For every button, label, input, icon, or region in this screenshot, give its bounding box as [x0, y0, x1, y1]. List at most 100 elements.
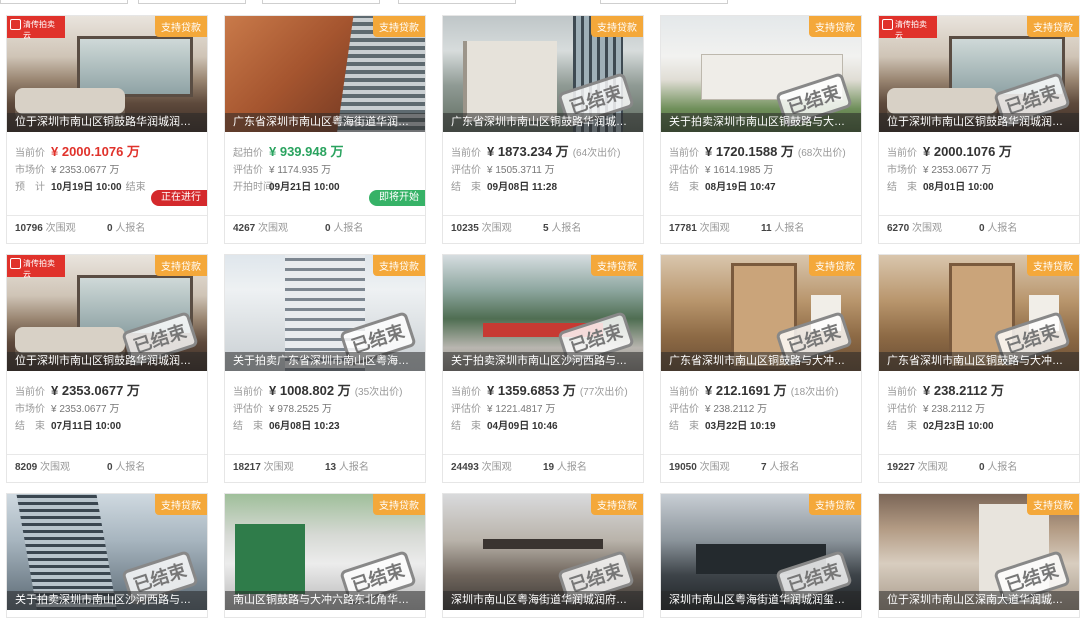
loan-support-badge: 支持贷款: [373, 494, 425, 515]
signup-label: 人报名: [333, 223, 364, 234]
price-label: 当前价: [451, 387, 481, 398]
time-label: 结 束: [451, 421, 481, 432]
property-photo[interactable]: 支持贷款 已结束 关于拍卖深圳市南山区沙河西路与大冲…: [7, 494, 207, 610]
appraisal-label: 评估价: [233, 404, 263, 415]
property-title[interactable]: 深圳市南山区粤海街道华润城润玺二期…: [661, 591, 861, 610]
signup-label: 人报名: [987, 223, 1018, 234]
property-title[interactable]: 广东省深圳市南山区铜鼓路华润城润府…: [443, 113, 643, 132]
property-title[interactable]: 南山区铜鼓路与大冲六路东北角华润城…: [225, 591, 425, 610]
auction-card[interactable]: 清传拍卖云 支持贷款 已结束 位于深圳市南山区铜鼓路华润城润府二… 当前价 ¥ 2000.…: [878, 15, 1080, 244]
property-title[interactable]: 广东省深圳市南山区铜鼓路与大冲六路…: [879, 352, 1079, 371]
property-photo[interactable]: 清传拍卖云 支持贷款 位于深圳市南山区铜鼓路华润城润府二…: [7, 16, 207, 132]
auction-card[interactable]: 支持贷款 已结束 深圳市南山区粤海街道华润城润玺二期…: [660, 493, 862, 618]
signup-label: 人报名: [769, 462, 800, 473]
price-value: ¥ 2000.1076 万: [923, 144, 1012, 159]
property-photo[interactable]: 支持贷款 已结束 关于拍卖广东省深圳市南山区粤海街道…: [225, 255, 425, 371]
auction-card[interactable]: 清传拍卖云 支持贷款 位于深圳市南山区铜鼓路华润城润府二… 当前价 ¥ 2000.107…: [6, 15, 208, 244]
price-row: 当前价 ¥ 1359.6853 万 (77次出价): [451, 381, 635, 401]
property-title[interactable]: 位于深圳市南山区铜鼓路华润城润府二…: [7, 352, 207, 371]
filter-box[interactable]: [600, 0, 728, 4]
price-label: 当前价: [669, 387, 699, 398]
auction-card[interactable]: 支持贷款 已结束 广东省深圳市南山区铜鼓路华润城润府… 当前价 ¥ 1873.234 万…: [442, 15, 644, 244]
loan-support-badge: 支持贷款: [809, 16, 861, 37]
price-info: 当前价 ¥ 1008.802 万 (35次出价) 评估价 ¥ 978.2525 万结 束…: [225, 371, 425, 454]
property-title[interactable]: 位于深圳市南山区铜鼓路华润城润府二…: [879, 113, 1079, 132]
logo-icon: [882, 19, 893, 30]
appraisal-value: ¥ 1174.935 万: [269, 165, 332, 176]
auction-card[interactable]: 支持贷款 已结束 关于拍卖深圳市南山区沙河西路与大冲… 当前价 ¥ 1359.6853 …: [442, 254, 644, 483]
property-photo[interactable]: 支持贷款 已结束 关于拍卖深圳市南山区沙河西路与大冲…: [443, 255, 643, 371]
logo-icon: [10, 258, 21, 269]
appraisal-row: 评估价 ¥ 1614.1985 万: [669, 162, 853, 179]
filter-box[interactable]: [0, 0, 128, 4]
property-title[interactable]: 广东省深圳市南山区粤海街道华润城润…: [225, 113, 425, 132]
price-value: ¥ 1359.6853 万: [487, 383, 576, 398]
price-row: 当前价 ¥ 212.1691 万 (18次出价): [669, 381, 853, 401]
property-title[interactable]: 关于拍卖广东省深圳市南山区粤海街道…: [225, 352, 425, 371]
property-photo[interactable]: 支持贷款 已结束 深圳市南山区粤海街道华润城润玺二期…: [661, 494, 861, 610]
property-photo[interactable]: 支持贷款 已结束 关于拍卖深圳市南山区铜鼓路与大冲六…: [661, 16, 861, 132]
signup-count: 13: [325, 462, 337, 473]
signup-count: 0: [107, 223, 113, 234]
auction-card[interactable]: 支持贷款 已结束 南山区铜鼓路与大冲六路东北角华润城…: [224, 493, 426, 618]
property-title[interactable]: 广东省深圳市南山区铜鼓路与大冲六路…: [661, 352, 861, 371]
loan-support-badge: 支持贷款: [1027, 255, 1079, 276]
price-info: 当前价 ¥ 1359.6853 万 (77次出价) 评估价 ¥ 1221.4817 万结…: [443, 371, 643, 454]
auction-card[interactable]: 支持贷款 已结束 关于拍卖广东省深圳市南山区粤海街道… 当前价 ¥ 1008.802 万…: [224, 254, 426, 483]
property-title[interactable]: 关于拍卖深圳市南山区沙河西路与大冲…: [443, 352, 643, 371]
signup-stat: 5 人报名: [543, 223, 581, 234]
auction-card[interactable]: 支持贷款 已结束 关于拍卖深圳市南山区铜鼓路与大冲六… 当前价 ¥ 1720.1588 …: [660, 15, 862, 244]
time-row: 结 束 09月08日 11:28: [451, 179, 635, 196]
property-photo[interactable]: 支持贷款 已结束 广东省深圳市南山区铜鼓路与大冲六路…: [879, 255, 1079, 371]
auction-card[interactable]: 支持贷款 已结束 广东省深圳市南山区铜鼓路与大冲六路… 当前价 ¥ 212.1691 万…: [660, 254, 862, 483]
price-value: ¥ 212.1691 万: [705, 383, 787, 398]
loan-support-badge: 支持贷款: [373, 16, 425, 37]
property-photo[interactable]: 清传拍卖云 支持贷款 已结束 位于深圳市南山区铜鼓路华润城润府二…: [879, 16, 1079, 132]
filter-box[interactable]: [138, 0, 246, 4]
bid-count: (18次出价): [790, 387, 839, 398]
property-title[interactable]: 深圳市南山区粤海街道华润城润府（二…: [443, 591, 643, 610]
property-photo[interactable]: 支持贷款 已结束 南山区铜鼓路与大冲六路东北角华润城…: [225, 494, 425, 610]
time-suffix: 结束: [125, 182, 146, 193]
auction-card[interactable]: 支持贷款 已结束 深圳市南山区粤海街道华润城润府（二…: [442, 493, 644, 618]
time-label: 结 束: [451, 182, 481, 193]
time-value: 08月01日 10:00: [923, 182, 994, 193]
loan-support-badge: 支持贷款: [591, 16, 643, 37]
time-value: 10月19日 10:00: [51, 182, 122, 193]
card-stats: 17781 次围观 11 人报名: [661, 215, 861, 241]
auction-card[interactable]: 清传拍卖云 支持贷款 已结束 位于深圳市南山区铜鼓路华润城润府二… 当前价 ¥ 2353.…: [6, 254, 208, 483]
property-photo[interactable]: 清传拍卖云 支持贷款 已结束 位于深圳市南山区铜鼓路华润城润府二…: [7, 255, 207, 371]
appraisal-label: 评估价: [451, 404, 481, 415]
property-photo[interactable]: 支持贷款 已结束 广东省深圳市南山区铜鼓路华润城润府…: [443, 16, 643, 132]
bid-count: (77次出价): [579, 387, 628, 398]
property-title[interactable]: 关于拍卖深圳市南山区沙河西路与大冲…: [7, 591, 207, 610]
filter-box[interactable]: [398, 0, 516, 4]
auction-card[interactable]: 支持贷款 广东省深圳市南山区粤海街道华润城润… 起拍价 ¥ 939.948 万评估价 ¥…: [224, 15, 426, 244]
appraisal-row: 市场价 ¥ 2353.0677 万: [15, 401, 199, 418]
property-photo[interactable]: 支持贷款 已结束 广东省深圳市南山区铜鼓路与大冲六路…: [661, 255, 861, 371]
property-photo[interactable]: 支持贷款 已结束 深圳市南山区粤海街道华润城润府（二…: [443, 494, 643, 610]
views-label: 次围观: [481, 462, 512, 473]
auction-card[interactable]: 支持贷款 已结束 关于拍卖深圳市南山区沙河西路与大冲…: [6, 493, 208, 618]
views-stat: 10235 次围观: [451, 216, 543, 242]
property-photo[interactable]: 支持贷款 已结束 位于深圳市南山区深南大道华润城华润…: [879, 494, 1079, 610]
time-row: 结 束 08月01日 10:00: [887, 179, 1071, 196]
property-title[interactable]: 位于深圳市南山区铜鼓路华润城润府二…: [7, 113, 207, 132]
property-title[interactable]: 位于深圳市南山区深南大道华润城华润…: [879, 591, 1079, 610]
loan-support-badge: 支持贷款: [1027, 16, 1079, 37]
signup-stat: 19 人报名: [543, 462, 587, 473]
appraisal-row: 评估价 ¥ 1174.935 万: [233, 162, 417, 179]
views-count: 19050: [669, 462, 697, 473]
appraisal-label: 评估价: [887, 404, 917, 415]
card-stats: 8209 次围观 0 人报名: [7, 454, 207, 480]
time-label: 结 束: [15, 421, 45, 432]
filter-box[interactable]: [262, 0, 380, 4]
property-title[interactable]: 关于拍卖深圳市南山区铜鼓路与大冲六…: [661, 113, 861, 132]
card-stats: 4267 次围观 0 人报名: [225, 215, 425, 241]
property-photo[interactable]: 支持贷款广东省深圳市南山区粤海街道华润城润…: [225, 16, 425, 132]
auction-card[interactable]: 支持贷款 已结束 广东省深圳市南山区铜鼓路与大冲六路… 当前价 ¥ 238.2112 万…: [878, 254, 1080, 483]
signup-label: 人报名: [551, 223, 582, 234]
auction-card[interactable]: 支持贷款 已结束 位于深圳市南山区深南大道华润城华润…: [878, 493, 1080, 618]
time-label: 结 束: [669, 182, 699, 193]
price-value: ¥ 1873.234 万: [487, 144, 569, 159]
